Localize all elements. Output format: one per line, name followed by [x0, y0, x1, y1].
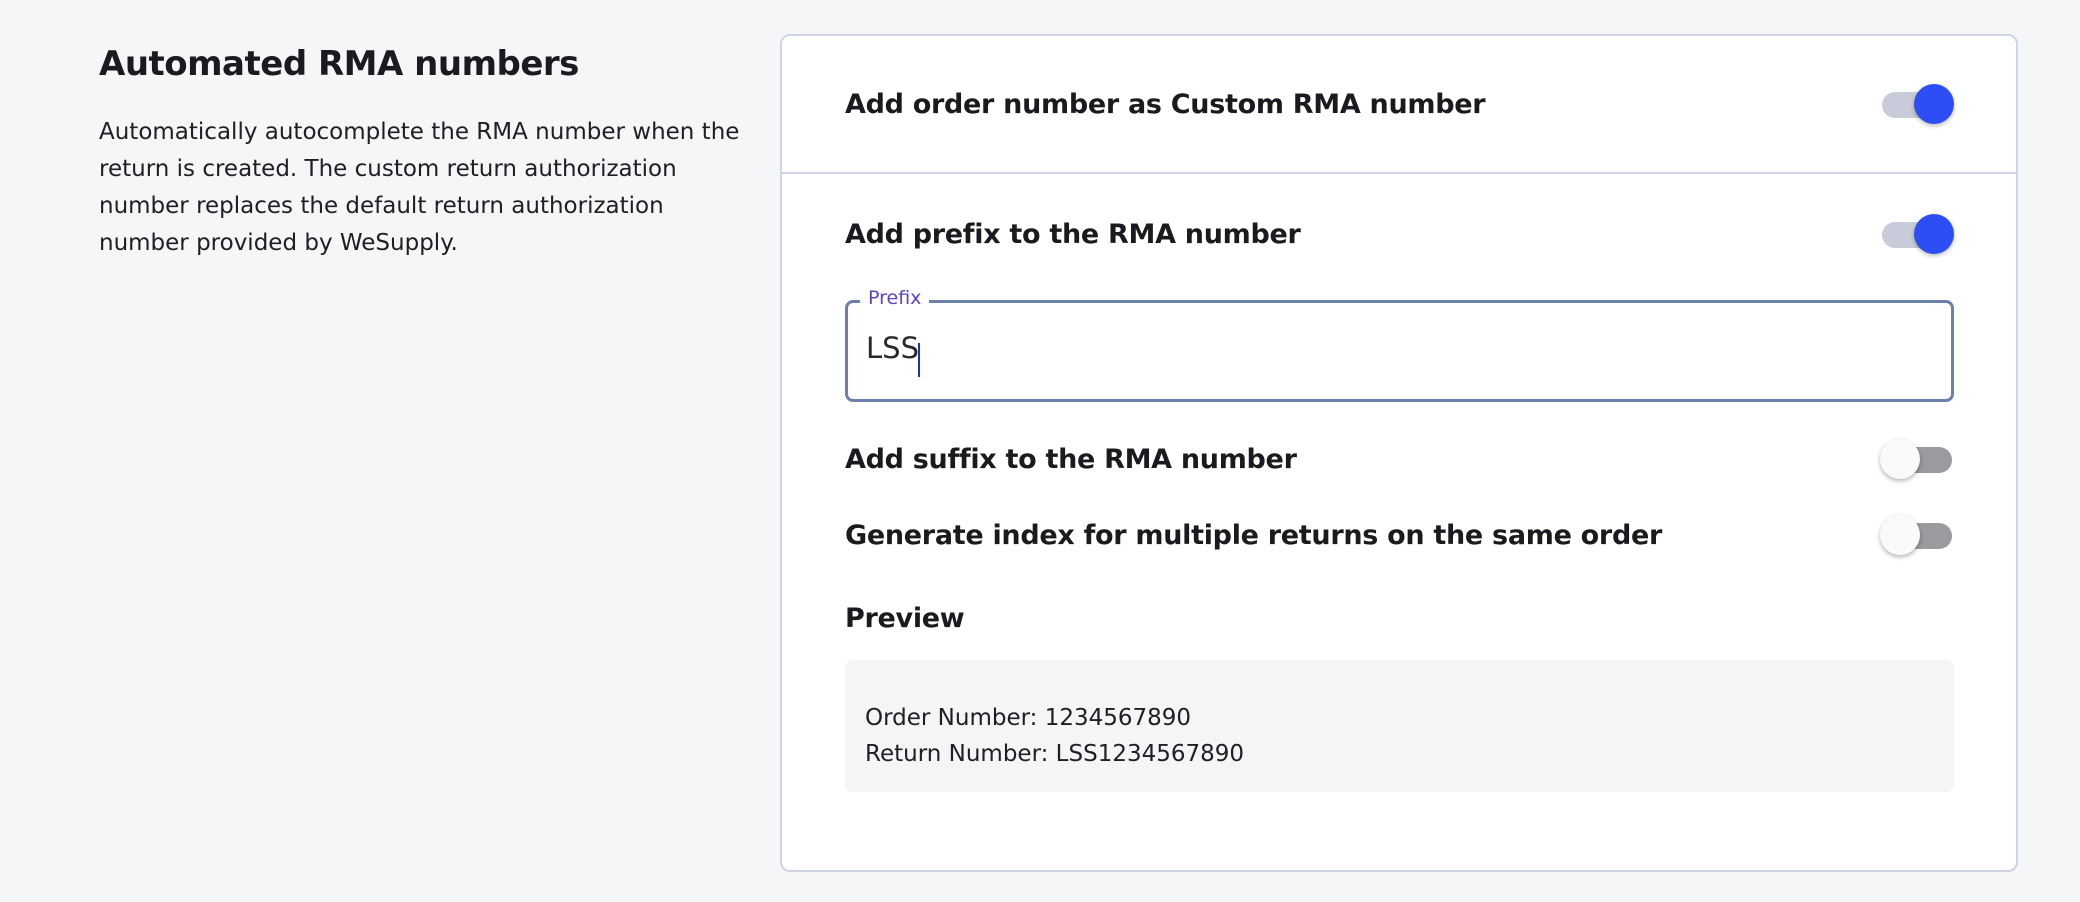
index-label: Generate index for multiple returns on t…: [845, 519, 1663, 551]
rma-settings-page: Automated RMA numbers Automatically auto…: [0, 0, 2080, 902]
text-caret: [918, 343, 920, 377]
prefix-field-legend: Prefix: [860, 287, 930, 309]
toggle-knob: [1914, 84, 1954, 124]
order-number-label: Add order number as Custom RMA number: [845, 88, 1486, 120]
index-toggle[interactable]: [1880, 515, 1954, 555]
preview-box: Order Number: 1234567890 Return Number: …: [845, 660, 1954, 792]
suffix-toggle[interactable]: [1880, 439, 1954, 479]
preview-title: Preview: [845, 603, 965, 634]
settings-card: Add order number as Custom RMA number Ad…: [780, 34, 2018, 872]
order-number-toggle[interactable]: [1880, 84, 1954, 124]
index-row: Generate index for multiple returns on t…: [845, 507, 1954, 563]
section-title: Automated RMA numbers: [99, 44, 579, 84]
prefix-input[interactable]: [866, 331, 1566, 365]
intro-section: Automated RMA numbers Automatically auto…: [99, 42, 749, 262]
toggle-knob: [1914, 214, 1954, 254]
toggle-knob: [1880, 439, 1920, 479]
rma-options: Add prefix to the RMA number Prefix Add …: [782, 206, 2016, 792]
preview-return-number: Return Number: LSS1234567890: [865, 741, 1245, 767]
suffix-label: Add suffix to the RMA number: [845, 443, 1297, 475]
section-description: Automatically autocomplete the RMA numbe…: [99, 119, 740, 256]
prefix-label: Add prefix to the RMA number: [845, 218, 1301, 250]
suffix-row: Add suffix to the RMA number: [845, 431, 1954, 487]
order-number-row: Add order number as Custom RMA number: [782, 36, 2016, 174]
prefix-toggle[interactable]: [1880, 214, 1954, 254]
preview-order-number: Order Number: 1234567890: [865, 705, 1192, 731]
prefix-field: Prefix: [845, 287, 1954, 402]
prefix-row: Add prefix to the RMA number: [845, 206, 1954, 262]
toggle-knob: [1880, 515, 1920, 555]
